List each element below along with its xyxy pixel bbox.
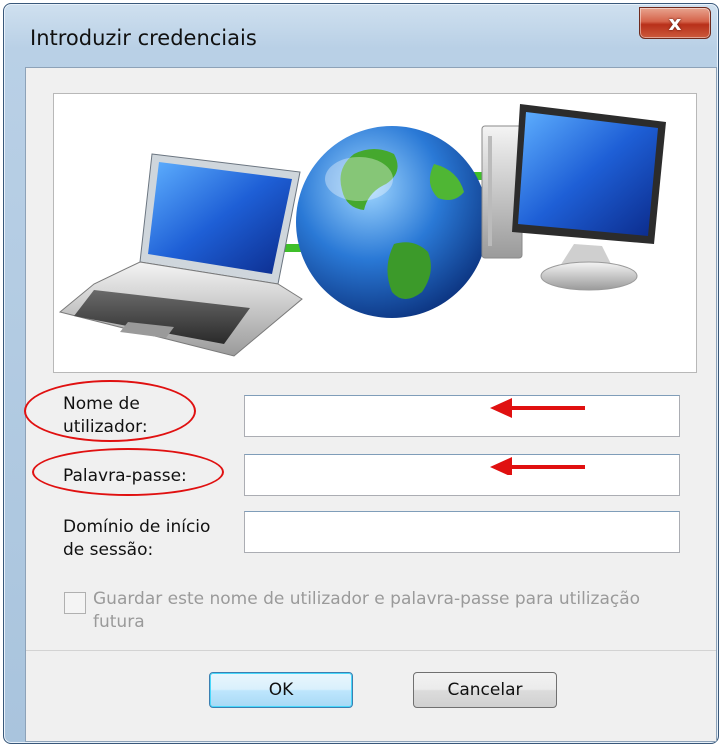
close-button[interactable]: x <box>639 7 711 39</box>
credentials-dialog: Introduzir credenciais x Nome de utiliza… <box>3 3 719 744</box>
globe-icon <box>296 126 488 318</box>
annotation-arrows <box>490 398 585 475</box>
username-input[interactable] <box>244 395 680 437</box>
network-illustration <box>53 93 697 373</box>
username-highlight-ellipse <box>24 380 196 442</box>
close-icon: x <box>668 11 682 35</box>
ok-button[interactable]: OK <box>209 672 353 708</box>
laptop-icon <box>58 153 303 357</box>
cancel-button[interactable]: Cancelar <box>413 672 557 708</box>
network-illustration-svg <box>58 104 666 357</box>
button-separator <box>26 650 716 651</box>
remember-label: Guardar este nome de utilizador e palavr… <box>93 589 641 632</box>
domain-label: Domínio de início de sessão: <box>63 517 211 560</box>
password-input[interactable] <box>244 454 680 496</box>
arrow-left-icon <box>490 457 585 475</box>
password-highlight-ellipse <box>32 448 224 496</box>
title-bar[interactable]: Introduzir credenciais x <box>4 4 718 64</box>
window-title: Introduzir credenciais <box>30 26 257 50</box>
domain-input[interactable] <box>244 511 680 553</box>
remember-checkbox[interactable] <box>64 592 86 614</box>
arrow-left-icon <box>490 398 585 418</box>
desktop-computer-icon <box>481 104 666 291</box>
